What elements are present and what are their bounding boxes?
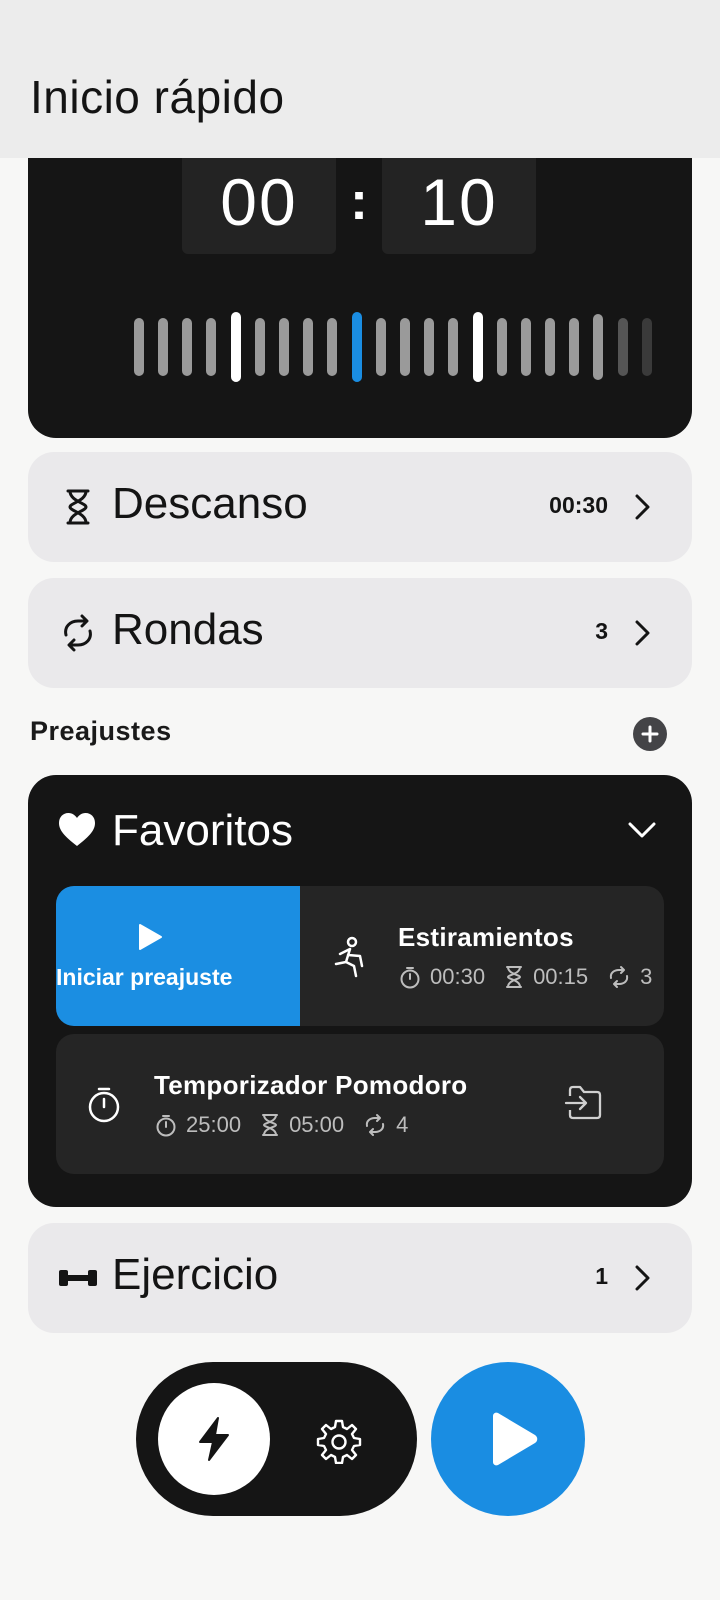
folder-move-icon[interactable] [564, 1084, 604, 1122]
rounds-label: Rondas [112, 605, 264, 654]
minutes-display[interactable]: 00 [182, 158, 336, 254]
dumbbell-icon [59, 1270, 97, 1286]
hourglass-icon [262, 1114, 279, 1136]
play-icon [493, 1412, 538, 1466]
repeat-icon [64, 614, 92, 652]
hourglass-icon [66, 489, 90, 525]
page-title: Inicio rápido [30, 71, 285, 123]
repeat-icon [609, 966, 629, 988]
repeat-icon [365, 1114, 385, 1136]
time-picker-scale[interactable] [134, 300, 658, 382]
quick-start-mode-button[interactable] [158, 1383, 270, 1495]
timer-card [28, 120, 692, 438]
preset-work-time: 00:30 [430, 964, 486, 989]
preset-item-pomodoro[interactable]: Temporizador Pomodoro 25:00 05:00 4 [56, 1034, 664, 1174]
chevron-right-icon [635, 494, 650, 520]
gear-icon[interactable] [316, 1418, 362, 1464]
rest-value: 00:30 [549, 492, 608, 518]
preset-meta: 25:00 05:00 4 [154, 1112, 426, 1138]
stopwatch-icon [88, 1087, 120, 1123]
exercise-label: Ejercicio [112, 1250, 279, 1299]
preset-title: Temporizador Pomodoro [154, 1070, 468, 1100]
favorites-title: Favoritos [112, 806, 293, 855]
preset-rest-time: 05:00 [289, 1112, 345, 1137]
rest-setting-row[interactable]: Descanso 00:30 [28, 452, 692, 562]
exercise-setting-row[interactable]: Ejercicio 1 [28, 1223, 692, 1333]
seconds-display[interactable]: 10 [382, 158, 536, 254]
stopwatch-icon [400, 967, 420, 989]
start-preset-label: Iniciar preajuste [56, 964, 233, 990]
chevron-right-icon [635, 1265, 650, 1291]
preset-work-time: 25:00 [186, 1112, 242, 1137]
start-preset-button[interactable]: Iniciar preajuste [56, 886, 300, 1026]
heart-icon [59, 813, 95, 846]
preset-rest-time: 00:15 [533, 964, 589, 989]
chevron-right-icon [635, 620, 650, 646]
preset-meta: 00:30 00:15 3 [398, 964, 664, 990]
exercise-value: 1 [595, 1263, 608, 1289]
add-preset-button[interactable] [633, 717, 667, 751]
lightning-icon [199, 1417, 229, 1461]
rounds-value: 3 [595, 618, 608, 644]
start-timer-button[interactable] [431, 1362, 585, 1516]
preset-rounds: 3 [640, 964, 653, 989]
app-header: Inicio rápido [0, 0, 720, 158]
hourglass-icon [506, 966, 523, 988]
rounds-setting-row[interactable]: Rondas 3 [28, 578, 692, 688]
rest-label: Descanso [112, 479, 308, 528]
time-separator: : [350, 171, 368, 231]
stretching-person-icon [334, 936, 364, 978]
preset-item-stretching[interactable]: Iniciar preajuste Estiramientos 00:30 00… [56, 886, 664, 1026]
chevron-down-icon[interactable] [626, 818, 658, 842]
plus-icon [641, 725, 659, 743]
stopwatch-icon [156, 1115, 176, 1137]
presets-section-label: Preajustes [30, 716, 172, 746]
preset-title: Estiramientos [398, 922, 574, 952]
play-icon [139, 924, 162, 950]
preset-rounds: 4 [396, 1112, 409, 1137]
scale-selected-marker [352, 312, 362, 382]
